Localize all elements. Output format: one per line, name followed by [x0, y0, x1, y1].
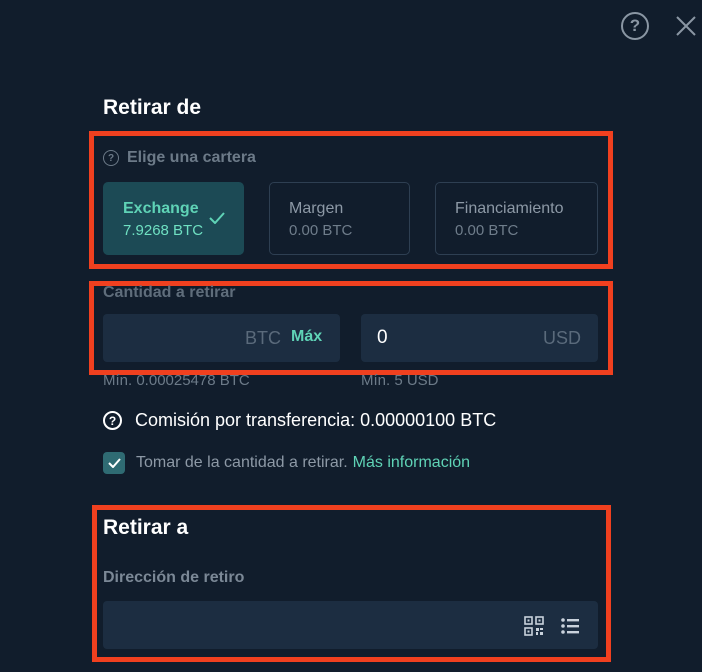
- deduct-row: Tomar de la cantidad a retirar. Más info…: [103, 452, 470, 474]
- wallet-balance: 0.00 BTC: [289, 222, 353, 239]
- withdraw-to-title: Retirar a: [103, 516, 189, 539]
- qr-code-icon[interactable]: [524, 616, 544, 636]
- usd-unit: USD: [543, 328, 582, 348]
- btc-amount-input[interactable]: BTC Máx: [103, 314, 340, 362]
- btc-min-text: Mín. 0.00025478 BTC: [103, 372, 250, 389]
- more-info-link[interactable]: Más información: [353, 454, 470, 472]
- max-button[interactable]: Máx: [291, 328, 322, 346]
- wallet-name: Financiamiento: [455, 200, 564, 217]
- fee-row: ? Comisión por transferencia: 0.00000100…: [103, 410, 496, 431]
- usd-min-text: Mín. 5 USD: [361, 372, 439, 389]
- wallet-balance: 0.00 BTC: [455, 222, 519, 239]
- list-icon[interactable]: [560, 616, 580, 636]
- help-icon[interactable]: ?: [621, 12, 649, 40]
- amount-label: Cantidad a retirar: [103, 284, 236, 301]
- fee-text: Comisión por transferencia: 0.00000100 B…: [135, 410, 497, 430]
- wallet-balance: 7.9268 BTC: [123, 222, 204, 239]
- usd-amount-input[interactable]: 0 USD: [361, 314, 598, 362]
- wallet-label: Elige una cartera: [127, 149, 256, 166]
- deduct-text: Tomar de la cantidad a retirar.: [136, 454, 348, 471]
- close-icon[interactable]: [672, 12, 700, 40]
- address-input[interactable]: [117, 613, 497, 637]
- address-label: Dirección de retiro: [103, 569, 245, 586]
- wallet-card-margen[interactable]: Margen 0.00 BTC: [269, 182, 410, 255]
- usd-amount-value: 0: [377, 327, 388, 348]
- deduct-checkbox[interactable]: [103, 452, 125, 474]
- address-field[interactable]: [103, 601, 598, 649]
- question-circle-icon: ?: [103, 411, 122, 430]
- question-circle-icon: ?: [103, 150, 119, 166]
- check-icon: [209, 211, 225, 229]
- wallet-name: Exchange: [123, 200, 199, 217]
- wallet-label-row: ? Elige una cartera: [103, 149, 256, 167]
- checkmark-icon: [107, 458, 121, 468]
- withdraw-from-title: Retirar de: [103, 96, 202, 119]
- wallet-card-exchange[interactable]: Exchange 7.9268 BTC: [103, 182, 244, 255]
- wallet-card-financiamiento[interactable]: Financiamiento 0.00 BTC: [435, 182, 598, 255]
- wallet-name: Margen: [289, 200, 344, 217]
- btc-unit: BTC: [245, 328, 281, 348]
